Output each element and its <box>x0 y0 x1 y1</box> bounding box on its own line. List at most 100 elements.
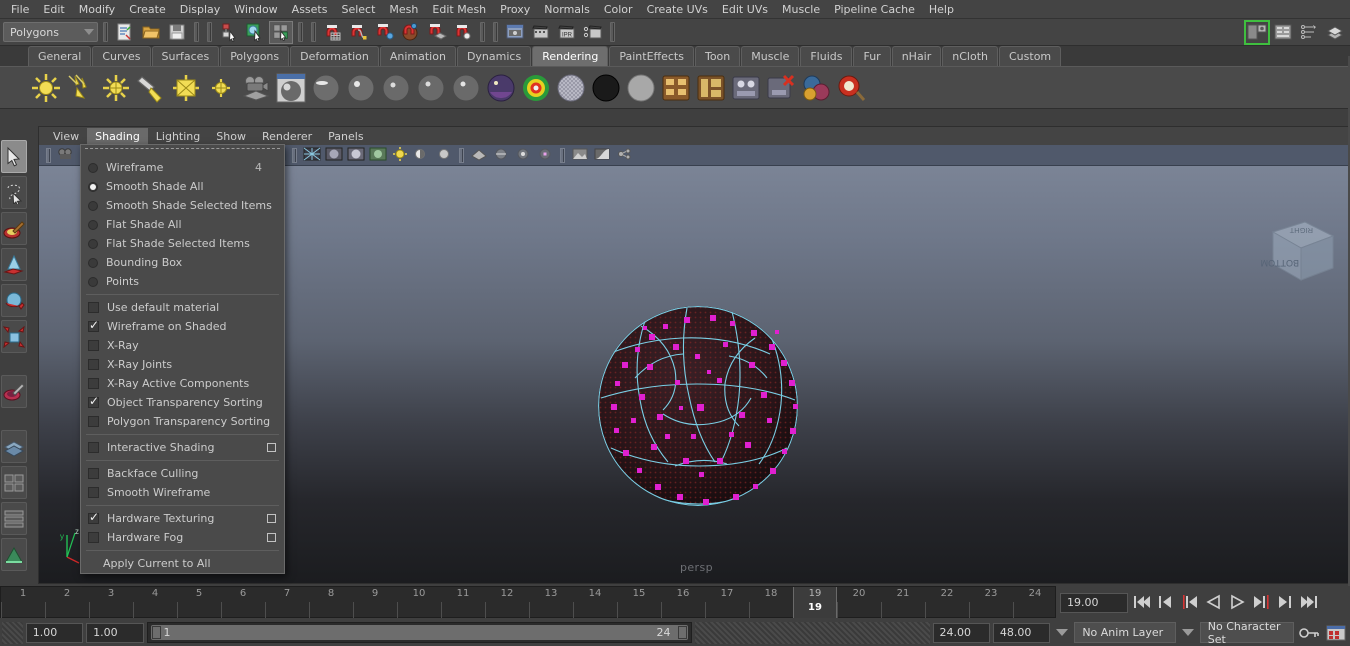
view-cube[interactable]: RIGHT BOTTOM <box>1255 216 1343 288</box>
range-slider[interactable]: 1 24 <box>147 622 692 643</box>
render-view-icon[interactable] <box>503 21 527 44</box>
exposure-icon[interactable] <box>570 146 590 164</box>
smooth-shade-all-icon[interactable] <box>346 146 366 164</box>
menu-proxy[interactable]: Proxy <box>493 1 537 18</box>
material-phonge-icon[interactable] <box>380 72 412 104</box>
render-globals-icon[interactable] <box>660 72 692 104</box>
play-backwards-icon[interactable] <box>1203 593 1224 613</box>
select-by-component-icon[interactable] <box>269 21 293 44</box>
character-set-dropdown-icon[interactable] <box>1182 629 1194 636</box>
toolbar-handle-6[interactable] <box>480 22 485 42</box>
menu-window[interactable]: Window <box>227 1 284 18</box>
menu-help[interactable]: Help <box>922 1 961 18</box>
panel-menu-lighting[interactable]: Lighting <box>148 128 208 145</box>
attribute-editor-icon[interactable] <box>1271 21 1295 44</box>
panel-handle-4[interactable] <box>459 148 464 163</box>
time-slider-playhead[interactable]: 19 19 <box>793 587 837 618</box>
ipr-render-icon[interactable]: IPR <box>555 21 579 44</box>
use-all-lights-icon[interactable] <box>390 146 410 164</box>
anim-layer-dropdown-icon[interactable] <box>1056 629 1068 636</box>
step-back-frame-icon[interactable] <box>1155 593 1176 613</box>
play-forwards-icon[interactable] <box>1227 593 1248 613</box>
time-slider[interactable]: 123456789101112131415161718192021222324 … <box>0 586 1056 618</box>
render-layers-icon[interactable] <box>695 72 727 104</box>
snap-to-view-plane-icon[interactable] <box>425 21 449 44</box>
menu-item-smooth-shade-selected-items[interactable]: Smooth Shade Selected Items <box>81 196 284 215</box>
go-to-end-icon[interactable] <box>1299 593 1320 613</box>
menu-modify[interactable]: Modify <box>72 1 122 18</box>
range-slider-bar-fill[interactable] <box>151 625 688 640</box>
menu-item-x-ray-active-components[interactable]: X-Ray Active Components <box>81 374 284 393</box>
menu-item-flat-shade-selected-items[interactable]: Flat Shade Selected Items <box>81 234 284 253</box>
menu-select[interactable]: Select <box>334 1 382 18</box>
camera-icon[interactable] <box>240 72 272 104</box>
menu-item-use-default-material[interactable]: Use default material <box>81 298 284 317</box>
menu-assets[interactable]: Assets <box>285 1 335 18</box>
anim-start-field[interactable]: 1.00 <box>86 623 143 643</box>
menu-item-wireframe-on-shaded[interactable]: Wireframe on Shaded <box>81 317 284 336</box>
shelf-tab-surfaces[interactable]: Surfaces <box>152 46 220 66</box>
cancel-batch-render-icon[interactable] <box>765 72 797 104</box>
menu-item-x-ray-joints[interactable]: X-Ray Joints <box>81 355 284 374</box>
menu-item-smooth-shade-all[interactable]: Smooth Shade All <box>81 177 284 196</box>
panel-handle-3[interactable] <box>292 148 297 163</box>
menu-item-points[interactable]: Points <box>81 272 284 291</box>
menu-item-object-transparency-sorting[interactable]: Object Transparency Sorting <box>81 393 284 412</box>
step-forward-key-icon[interactable] <box>1251 593 1272 613</box>
point-light-icon[interactable] <box>100 72 132 104</box>
option-box-icon[interactable] <box>267 514 276 523</box>
bottom-bar-handle[interactable] <box>2 622 23 644</box>
select-tool[interactable] <box>1 140 27 173</box>
material-phong-icon[interactable] <box>345 72 377 104</box>
xray-icon[interactable] <box>491 146 511 164</box>
render-settings-icon[interactable] <box>581 21 605 44</box>
menu-item-interactive-shading[interactable]: Interactive Shading <box>81 438 284 457</box>
make-live-icon[interactable] <box>451 21 475 44</box>
material-blinn-icon[interactable] <box>310 72 342 104</box>
shelf-tab-fur[interactable]: Fur <box>853 46 890 66</box>
panel-menu-panels[interactable]: Panels <box>320 128 371 145</box>
area-light-icon[interactable] <box>170 72 202 104</box>
current-time-field[interactable]: 19.00 <box>1060 593 1128 613</box>
render-view-shelf-icon[interactable] <box>835 72 867 104</box>
ambient-light-icon[interactable] <box>30 72 62 104</box>
auto-key-icon[interactable] <box>1297 621 1321 644</box>
default-light-icon[interactable] <box>434 146 454 164</box>
go-to-start-icon[interactable] <box>1131 593 1152 613</box>
shelf-tab-painteffects[interactable]: PaintEffects <box>609 46 694 66</box>
character-set-field[interactable]: No Character Set <box>1200 622 1294 643</box>
smooth-shade-icon[interactable] <box>324 146 344 164</box>
panel-menu-shading[interactable]: Shading <box>87 128 148 145</box>
animation-preferences-icon[interactable] <box>1324 621 1348 644</box>
shelf-tab-fluids[interactable]: Fluids <box>800 46 852 66</box>
menu-create-uvs[interactable]: Create UVs <box>640 1 715 18</box>
paint-select-tool[interactable] <box>1 212 27 245</box>
material-surface-icon[interactable] <box>520 72 552 104</box>
select-camera-icon[interactable] <box>56 146 76 164</box>
lasso-select-tool[interactable] <box>1 176 27 209</box>
shelf-tab-custom[interactable]: Custom <box>999 46 1061 66</box>
shading-dropdown-menu[interactable]: Wireframe 4 Smooth Shade All Smooth Shad… <box>80 144 285 574</box>
move-tool[interactable] <box>1 248 27 281</box>
save-scene-icon[interactable] <box>165 21 189 44</box>
menu-item-bounding-box[interactable]: Bounding Box <box>81 253 284 272</box>
step-back-key-icon[interactable] <box>1179 593 1200 613</box>
panel-menu-view[interactable]: View <box>45 128 87 145</box>
new-scene-icon[interactable] <box>113 21 137 44</box>
directional-light-icon[interactable] <box>65 72 97 104</box>
menu-item-smooth-wireframe[interactable]: Smooth Wireframe <box>81 483 284 502</box>
option-box-icon[interactable] <box>267 443 276 452</box>
material-ramp-icon[interactable] <box>485 72 517 104</box>
menu-item-flat-shade-all[interactable]: Flat Shade All <box>81 215 284 234</box>
shelf-tab-animation[interactable]: Animation <box>380 46 456 66</box>
toolbar-handle-5[interactable] <box>311 22 316 42</box>
hypershade-icon[interactable] <box>800 72 832 104</box>
shelf-tab-muscle[interactable]: Muscle <box>741 46 799 66</box>
menu-tearoff-handle[interactable] <box>85 148 280 155</box>
anim-layer-field[interactable]: No Anim Layer <box>1074 622 1175 643</box>
menu-edit-uvs[interactable]: Edit UVs <box>715 1 775 18</box>
menu-file[interactable]: File <box>4 1 36 18</box>
anim-end-field[interactable]: 24.00 <box>933 623 990 643</box>
range-start-field[interactable]: 1.00 <box>26 623 83 643</box>
snap-to-curve-icon[interactable] <box>347 21 371 44</box>
